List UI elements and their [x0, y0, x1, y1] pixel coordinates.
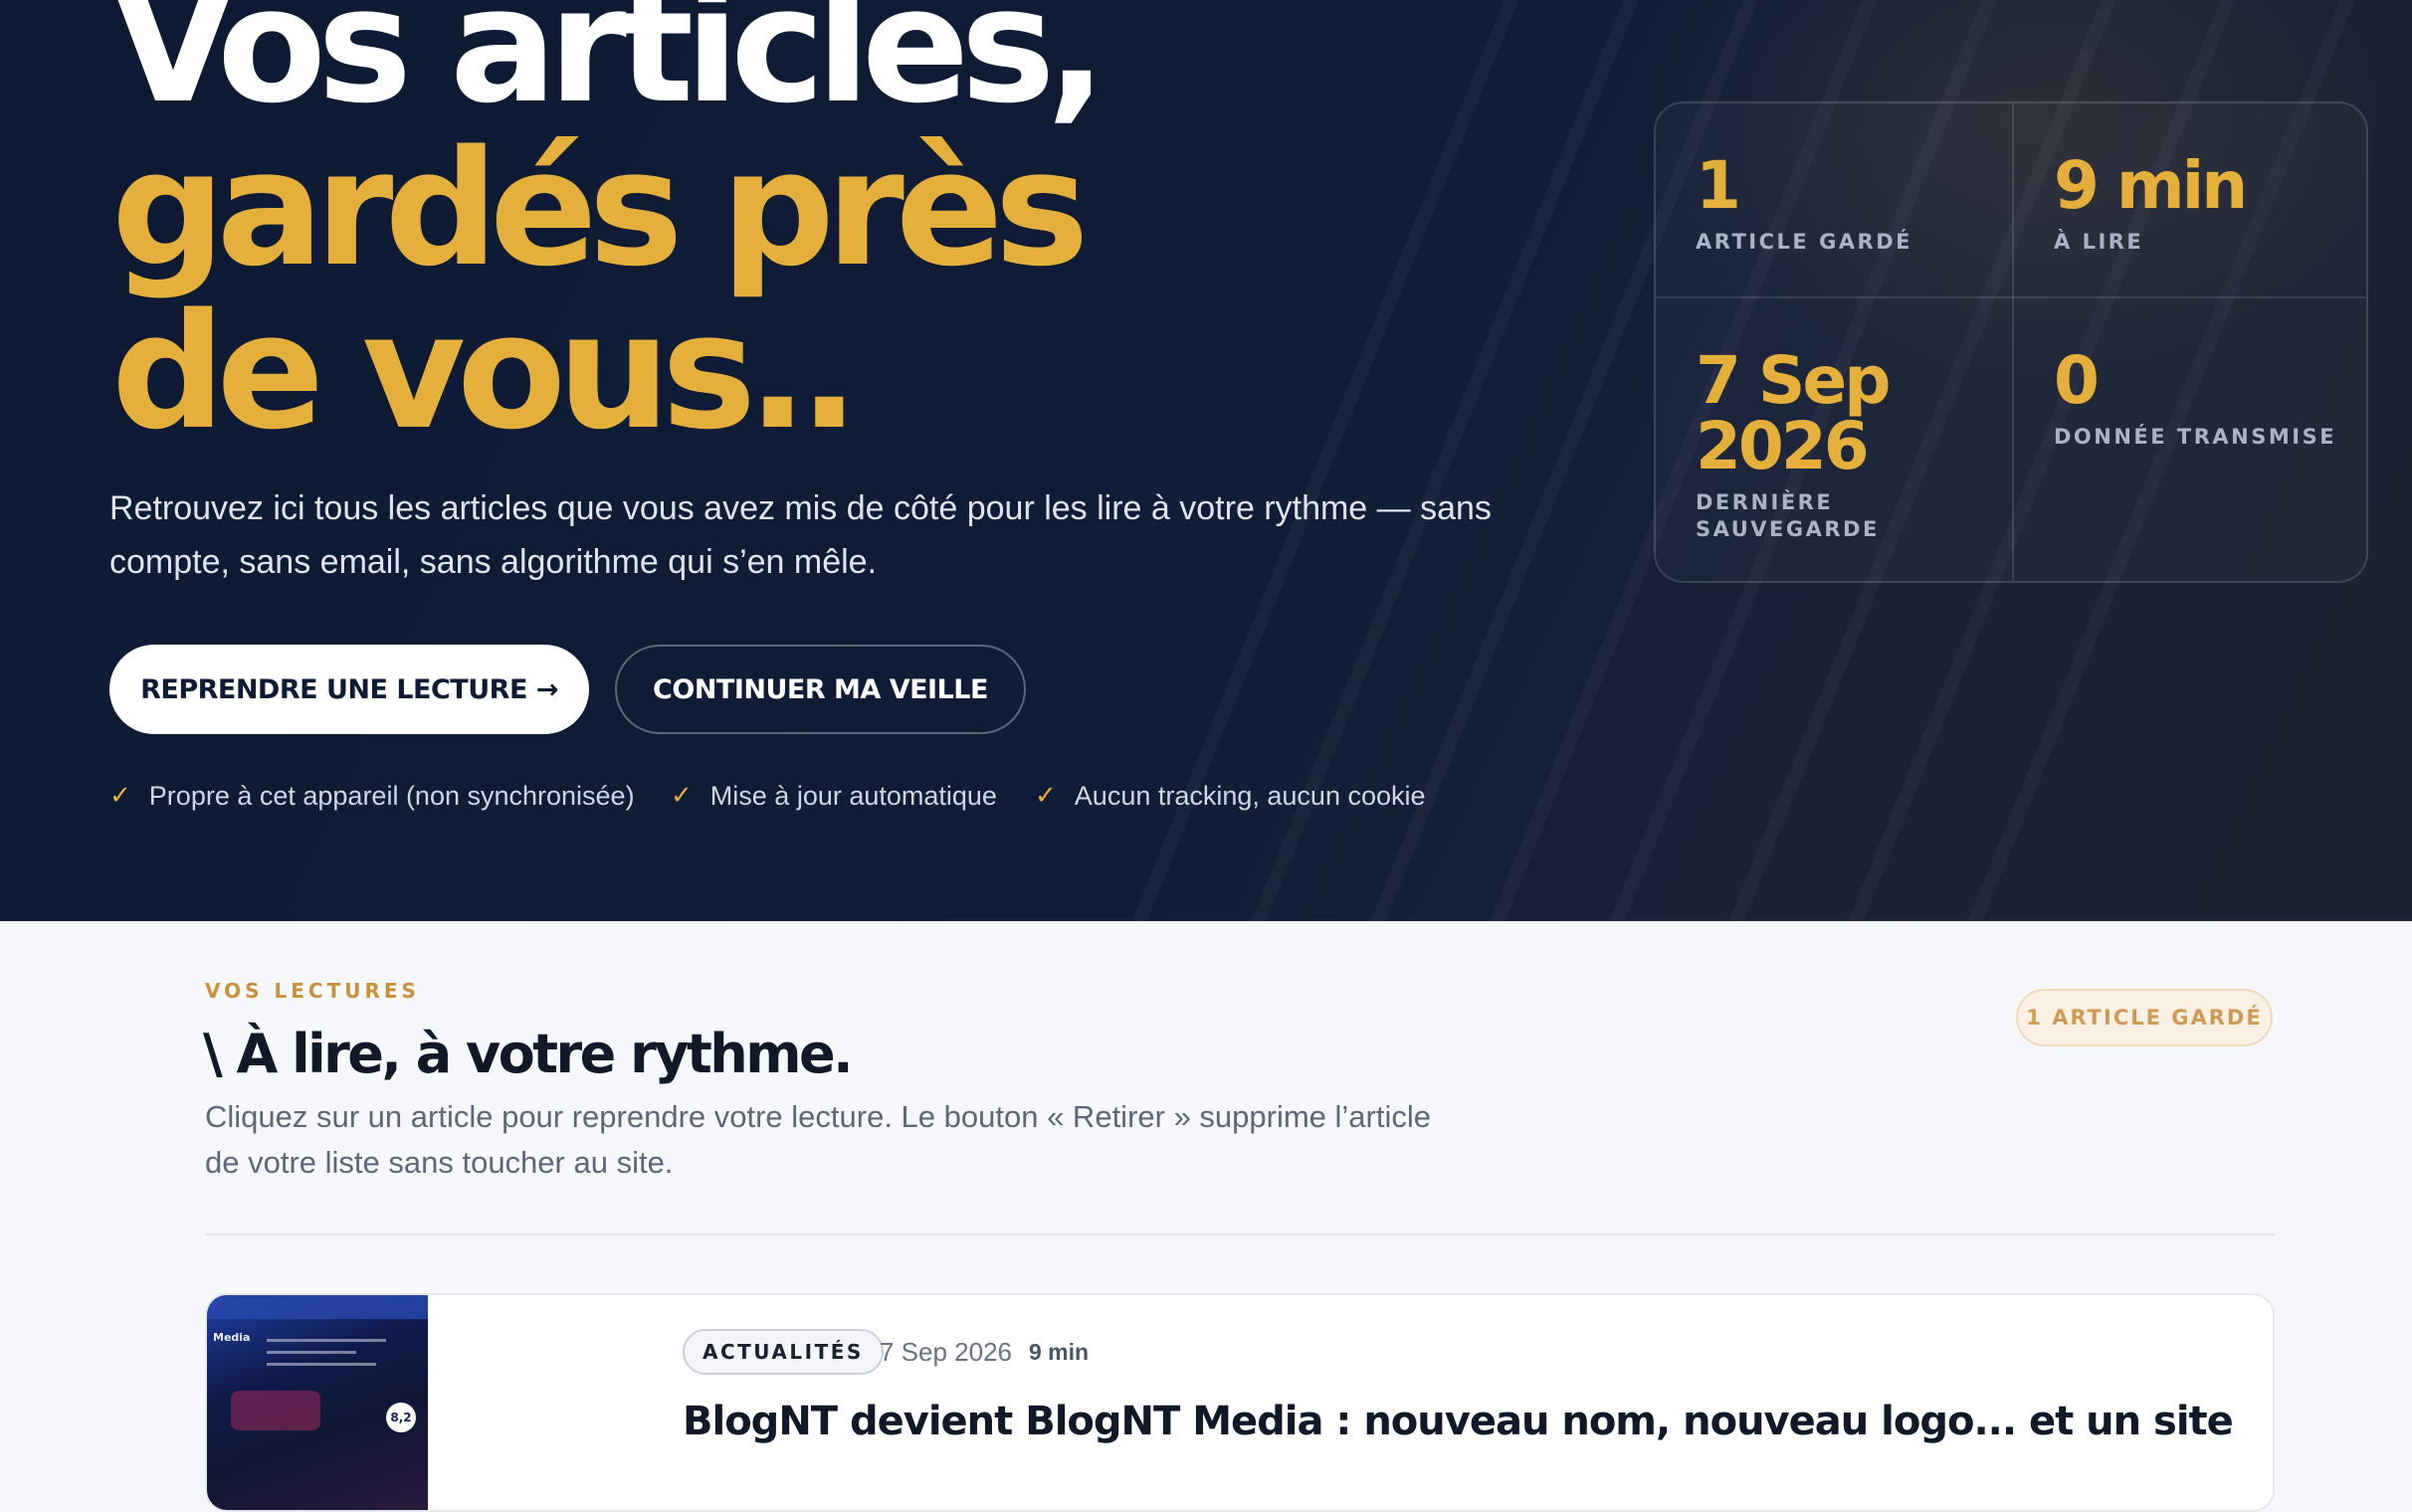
- stats-divider-horizontal: [1656, 296, 2366, 298]
- stat-value: 0: [2054, 342, 2100, 419]
- stat-value: 7 Sep 2026: [1696, 342, 1891, 484]
- saved-count-badge: 1 ARTICLE GARDÉ: [2016, 989, 2273, 1046]
- feature-item: ✓ Mise à jour automatique: [671, 776, 997, 816]
- stat-label: À lire: [2054, 230, 2144, 254]
- check-icon: ✓: [109, 781, 131, 811]
- feature-item: ✓ Aucun tracking, aucun cookie: [1035, 776, 1426, 816]
- feature-label: Aucun tracking, aucun cookie: [1074, 780, 1426, 811]
- article-read-time: 9 min: [1029, 1339, 1090, 1365]
- section-eyebrow: VOS LECTURES: [205, 979, 420, 1003]
- thumbnail-device: [231, 1391, 320, 1430]
- thumbnail-line: [267, 1351, 356, 1354]
- article-card[interactable]: Media 8,2 ACTUALITÉS 7 Sep 2026 9 min Bl…: [205, 1293, 2275, 1512]
- feature-item: ✓ Propre à cet appareil (non synchronisé…: [109, 776, 635, 816]
- stat-articles-saved: 1 Article gardé: [1696, 153, 1912, 256]
- stat-last-saved: 7 Sep 2026 Dernière sauvegarde: [1696, 348, 1954, 543]
- stat-value: 9 min: [2054, 147, 2248, 224]
- feature-label: Propre à cet appareil (non synchronisée): [148, 780, 635, 811]
- thumbnail-header: [207, 1295, 428, 1319]
- section-description: Cliquez sur un article pour reprendre vo…: [205, 1099, 1431, 1180]
- stat-data-sent: 0 Donnée transmise: [2054, 348, 2336, 451]
- section-divider: [205, 1233, 2275, 1235]
- hero-description: Retrouvez ici tous les articles que vous…: [109, 489, 1492, 581]
- article-date: 7 Sep 2026: [880, 1337, 1013, 1367]
- check-icon: ✓: [1035, 781, 1057, 811]
- stat-read-time: 9 min À lire: [2054, 147, 2248, 256]
- continue-watch-button[interactable]: CONTINUER MA VEILLE: [615, 645, 1026, 734]
- thumbnail-line: [267, 1339, 386, 1342]
- feature-label: Mise à jour automatique: [709, 780, 997, 811]
- stat-label: Dernière sauvegarde: [1696, 490, 1880, 541]
- stats-panel: 1 Article gardé 9 min À lire 7 Sep 2026 …: [1654, 101, 2368, 583]
- stat-value: 1: [1696, 147, 1741, 224]
- hero-section: Vos articles, gardés près de vous.. Retr…: [0, 0, 2412, 921]
- article-category-tag: ACTUALITÉS: [683, 1329, 884, 1375]
- stats-divider-vertical: [2012, 103, 2014, 581]
- hero-title: Vos articles, gardés près de vous..: [111, 0, 1405, 454]
- stat-label: Donnée transmise: [2054, 425, 2337, 449]
- stat-label: Article gardé: [1696, 230, 1913, 254]
- thumbnail-line: [267, 1363, 376, 1366]
- hero-title-line-1: Vos articles,: [111, 0, 1106, 138]
- thumbnail-label: Media: [213, 1331, 251, 1344]
- resume-reading-button[interactable]: REPRENDRE UNE LECTURE →: [109, 645, 589, 734]
- thumbnail-badge: 8,2: [386, 1403, 416, 1432]
- article-title[interactable]: BlogNT devient BlogNT Media : nouveau no…: [683, 1397, 2235, 1446]
- article-thumbnail: Media 8,2: [207, 1295, 428, 1510]
- check-icon: ✓: [671, 781, 693, 811]
- hero-title-line-3: de vous..: [111, 279, 860, 465]
- section-title: \ À lire, à votre rythme.: [203, 1023, 854, 1085]
- hero-title-line-2: gardés près: [111, 115, 1090, 301]
